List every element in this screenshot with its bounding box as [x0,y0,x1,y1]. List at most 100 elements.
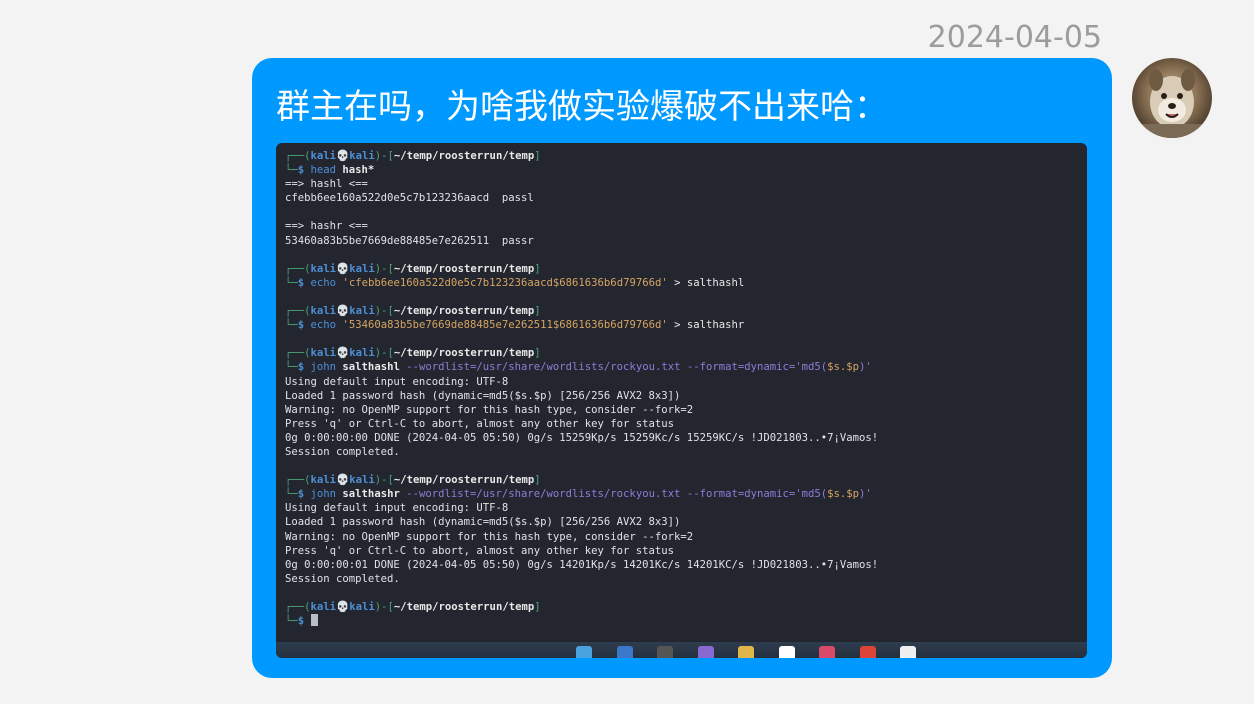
command-token: )' [859,488,872,501]
prompt-bracket: └─ [285,361,298,374]
terminal-output-line: cfebb6ee160a522d0e5c7b123236aacd passl [285,192,534,205]
prompt-dollar: $ [297,276,311,289]
prompt-user: kali [310,305,337,318]
prompt-bracket: )-[ [374,305,394,318]
command-token: > [667,319,687,332]
avatar[interactable] [1132,58,1212,138]
command-token: '53460a83b5be7669de88485e7e262511$686163… [342,319,668,332]
browser-icon[interactable] [616,646,633,658]
terminal-command-line: └─$ john salthashr --wordlist=/usr/share… [285,487,1081,501]
prompt-host: kali [349,347,375,360]
skull-icon: 💀 [336,601,350,613]
app-icon[interactable] [900,646,916,658]
prompt-bracket: ] [534,262,541,275]
terminal-prompt-line: ┌──(kali💀kali)-[~/temp/roosterrun/temp] [285,304,1081,318]
prompt-bracket: )-[ [374,262,394,275]
prompt-host: kali [349,305,375,318]
prompt-dollar: $ [297,361,311,374]
prompt-bracket: ] [534,601,541,613]
taskbar [276,642,1087,658]
terminal-icon[interactable] [657,646,673,658]
command-token: salthashr [336,488,400,501]
dog-avatar-icon [1140,69,1204,138]
message-text: 群主在吗，为啥我做实验爆破不出来哈： [276,87,888,127]
prompt-bracket: )-[ [374,474,394,487]
prompt-bracket: ] [534,347,541,360]
command-token: salthashl [686,276,745,289]
prompt-bracket: )-[ [374,347,394,360]
prompt-bracket: ┌──( [285,150,311,162]
prompt-host: kali [349,474,375,487]
terminal-screenshot[interactable]: ┌──(kali💀kali)-[~/temp/roosterrun/temp] └… [276,143,1087,658]
tool-icon[interactable] [819,646,835,658]
folder-icon[interactable] [738,646,754,658]
command-token: john [310,361,337,374]
play-icon[interactable] [576,646,592,658]
skull-icon: 💀 [336,474,350,487]
prompt-bracket: └─ [285,488,298,501]
terminal-prompt-line: ┌──(kali💀kali)-[~/temp/roosterrun/temp] [285,149,1081,163]
skull-icon: 💀 [336,262,350,275]
command-token: --wordlist=/usr/share/wordlists/rockyou.… [399,361,828,374]
prompt-dollar: $ [297,164,311,177]
terminal-prompt-line: ┌──(kali💀kali)-[~/temp/roosterrun/temp] [285,262,1081,276]
terminal-output-line: Press 'q' or Ctrl-C to abort, almost any… [285,544,675,557]
terminal-output-line: Using default input encoding: UTF-8 [285,502,509,515]
terminal-output-line: Using default input encoding: UTF-8 [285,375,509,388]
skull-icon: 💀 [336,305,350,318]
prompt-host: kali [349,601,375,613]
command-token: hash* [336,164,375,177]
prompt-path: ~/temp/roosterrun/temp [393,150,535,162]
prompt-dollar: $ [297,488,311,501]
prompt-dollar: $ [297,615,311,628]
prompt-user: kali [310,150,337,162]
terminal-command-line: └─$ john salthashl --wordlist=/usr/share… [285,360,1081,374]
terminal-output-line: ==> hashr <== [285,220,368,233]
prompt-bracket: └─ [285,276,298,289]
terminal-output-line: 53460a83b5be7669de88485e7e262511 passr [285,234,534,247]
command-token: $s.$p [827,488,860,501]
prompt-host: kali [349,262,375,275]
prompt-bracket: └─ [285,319,298,332]
terminal-output-line: Session completed. [285,445,400,458]
terminal-output-line: 0g 0:00:00:00 DONE (2024-04-05 05:50) 0g… [285,431,879,444]
command-token: john [310,488,337,501]
command-token: 'cfebb6ee160a522d0e5c7b123236aacd$686163… [342,276,668,289]
prompt-path: ~/temp/roosterrun/temp [393,305,535,318]
command-token: > [667,276,687,289]
terminal-prompt-line: ┌──(kali💀kali)-[~/temp/roosterrun/temp] [285,346,1081,360]
crystal-icon[interactable] [697,646,714,658]
text-icon[interactable] [778,646,795,658]
terminal-prompt-line: ┌──(kali💀kali)-[~/temp/roosterrun/temp] [285,473,1081,487]
prompt-bracket: ┌──( [285,601,311,613]
terminal-active-line: └─$ [285,614,1081,628]
terminal-output: ┌──(kali💀kali)-[~/temp/roosterrun/temp] └… [285,149,1081,628]
prompt-user: kali [310,262,337,275]
terminal-output-line: Loaded 1 password hash (dynamic=md5($s.$… [285,389,681,402]
terminal-prompt-line: ┌──(kali💀kali)-[~/temp/roosterrun/temp] [285,600,1081,614]
prompt-bracket: ┌──( [285,474,311,487]
terminal-output-line: 0g 0:00:00:01 DONE (2024-04-05 05:50) 0g… [285,558,879,571]
prompt-user: kali [310,347,337,360]
prompt-user: kali [310,601,337,613]
terminal-command-line: └─$ echo 'cfebb6ee160a522d0e5c7b123236aa… [285,276,1081,290]
terminal-output-line: ==> hashl <== [285,178,368,191]
prompt-path: ~/temp/roosterrun/temp [393,347,535,360]
terminal-output-line: Warning: no OpenMP support for this hash… [285,403,694,416]
terminal-output-line: Loaded 1 password hash (dynamic=md5($s.$… [285,516,681,529]
command-token: --wordlist=/usr/share/wordlists/rockyou.… [399,488,828,501]
command-token: head [310,164,337,177]
prompt-dollar: $ [297,319,311,332]
prompt-bracket: └─ [285,615,298,628]
command-token: salthashr [686,319,745,332]
chrome-icon[interactable] [859,646,876,658]
prompt-bracket: ] [534,305,541,318]
terminal-output-line: Session completed. [285,572,400,585]
prompt-bracket: )-[ [374,150,394,162]
command-token: )' [859,361,872,374]
